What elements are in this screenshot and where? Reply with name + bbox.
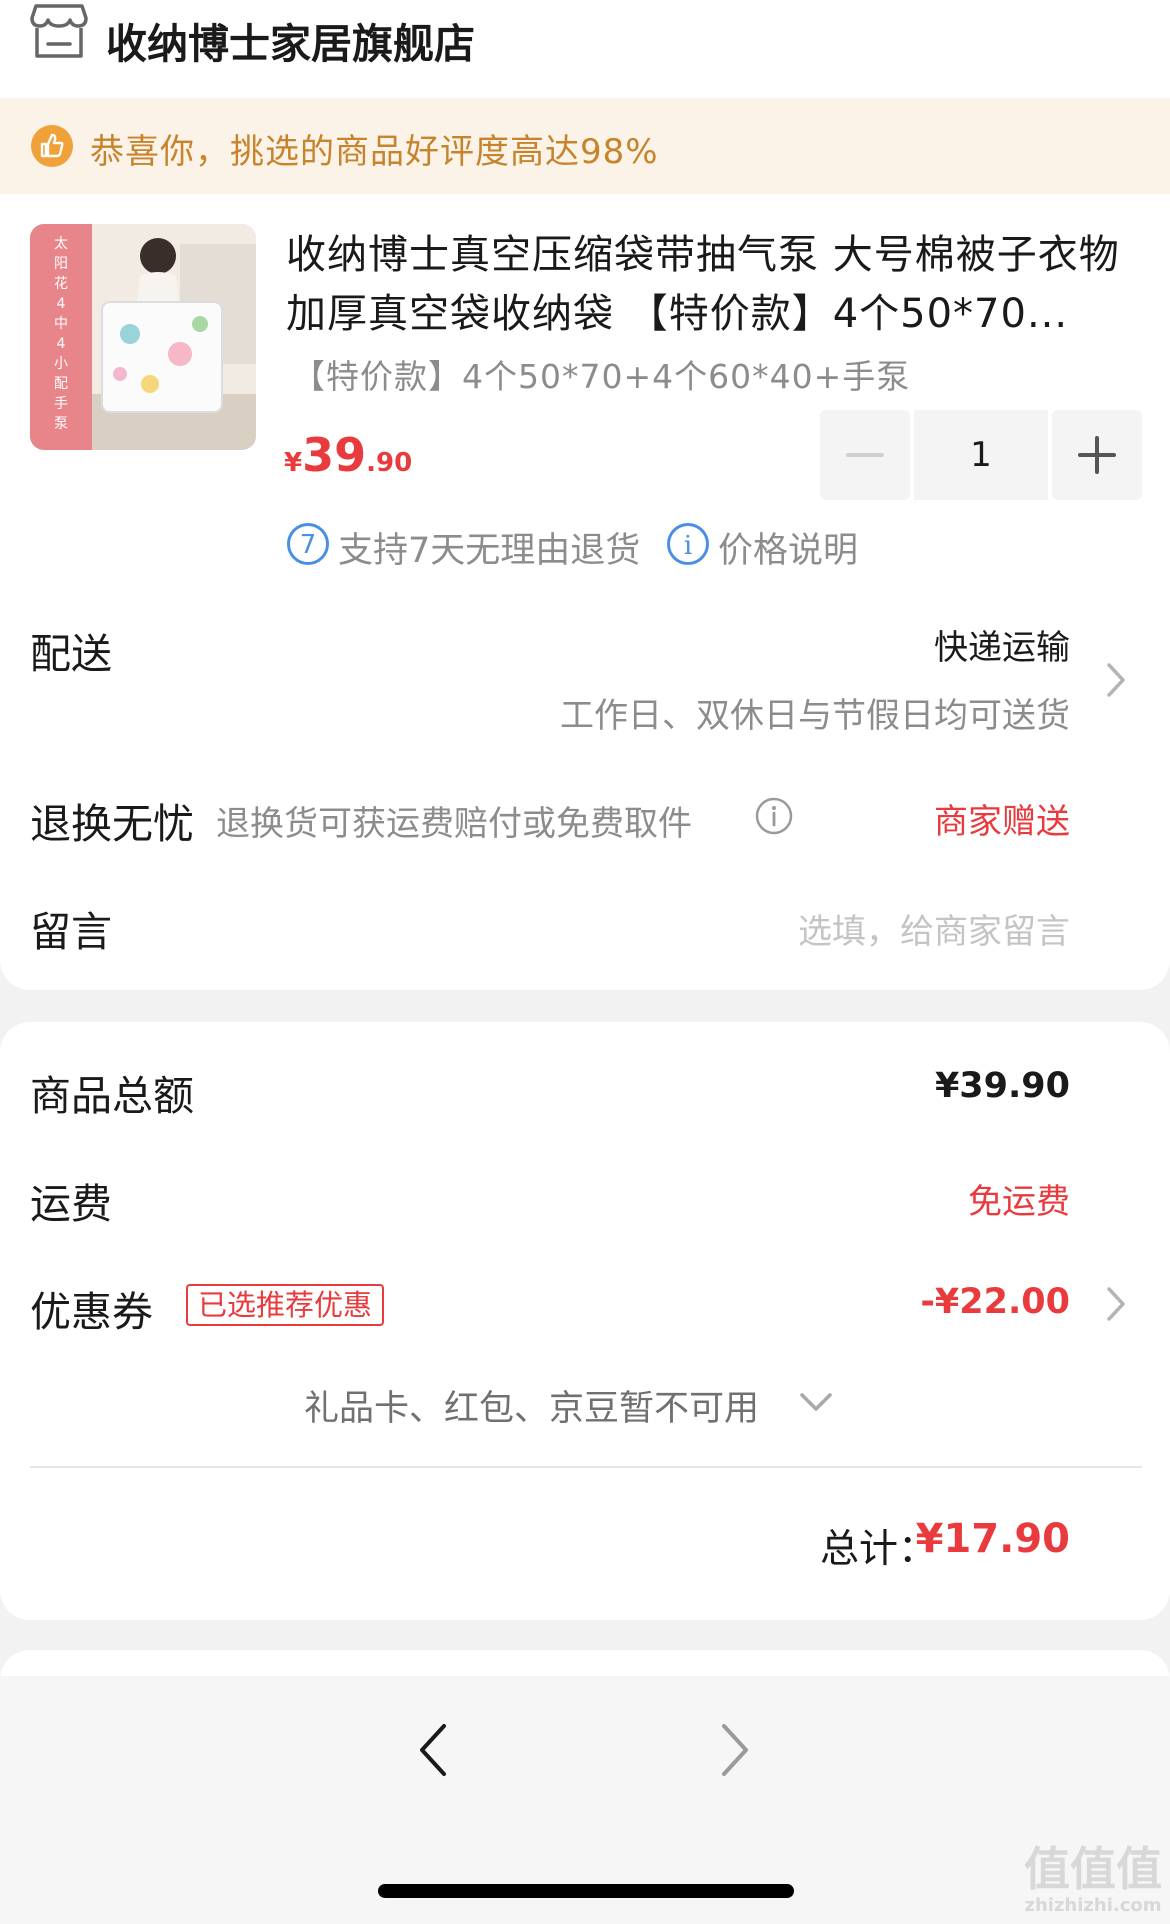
quantity-value[interactable]: 1 xyxy=(914,410,1048,500)
forward-arrow-icon[interactable] xyxy=(716,1720,756,1780)
thumbnail-badge: 太阳花4中4小配手泵 xyxy=(30,224,92,450)
chevron-right-icon[interactable] xyxy=(1104,1284,1130,1324)
delivery-method[interactable]: 快递运输 xyxy=(934,620,1070,669)
product-title[interactable]: 收纳博士真空压缩袋带抽气泵 大号棉被子衣物加厚真空袋收纳袋 【特价款】4个50*… xyxy=(286,226,1136,344)
coupon-label: 优惠券 xyxy=(30,1288,153,1336)
coupon-tag: 已选推荐优惠 xyxy=(186,1284,385,1326)
chevron-down-icon[interactable] xyxy=(798,1390,834,1414)
quantity-stepper: 1 xyxy=(820,410,1142,500)
watermark: 值值值 zhizhizhi.com xyxy=(1024,1842,1162,1916)
back-arrow-icon[interactable] xyxy=(412,1720,452,1780)
minus-icon xyxy=(846,453,884,457)
product-price: ¥39.90 xyxy=(284,428,413,482)
thumbs-up-icon xyxy=(31,125,73,167)
goods-total-label: 商品总额 xyxy=(30,1072,194,1120)
product-spec[interactable]: 【特价款】4个50*70+4个60*40+手泵 xyxy=(292,350,910,398)
delivery-note: 工作日、双休日与节假日均可送货 xyxy=(560,696,1070,736)
coupon-value[interactable]: -¥22.00 xyxy=(920,1282,1070,1322)
price-explanation-link[interactable]: 价格说明 xyxy=(718,522,858,573)
seven-day-return-text[interactable]: 支持7天无理由退货 xyxy=(338,522,640,573)
svg-text:7: 7 xyxy=(300,530,317,560)
returns-description: 退换货可获运费赔付或免费取件 xyxy=(216,804,692,844)
increase-button[interactable] xyxy=(1052,410,1142,500)
store-icon xyxy=(30,4,88,58)
chevron-right-icon[interactable] xyxy=(1104,660,1130,700)
store-name[interactable]: 收纳博士家居旗舰店 xyxy=(106,10,475,70)
decrease-button[interactable] xyxy=(820,410,910,500)
message-input[interactable]: 选填，给商家留言 xyxy=(798,904,1070,953)
home-indicator xyxy=(378,1884,794,1898)
total-value: ¥17.90 xyxy=(915,1516,1070,1562)
info-icon[interactable] xyxy=(754,796,794,836)
returns-label: 退换无忧 xyxy=(30,800,194,848)
notice-text: 恭喜你，挑选的商品好评度高达98% xyxy=(90,132,659,172)
shipping-value: 免运费 xyxy=(968,1182,1070,1222)
product-thumbnail[interactable]: 太阳花4中4小配手泵 xyxy=(30,224,256,450)
plus-icon xyxy=(1078,436,1116,474)
seven-day-return-icon: 7 xyxy=(287,523,329,565)
unavailable-extras[interactable]: 礼品卡、红包、京豆暂不可用 xyxy=(304,1380,759,1431)
goods-total-value: ¥39.90 xyxy=(934,1066,1070,1106)
returns-value: 商家赠送 xyxy=(934,802,1070,842)
info-icon: i xyxy=(667,523,709,565)
message-label: 留言 xyxy=(30,908,112,956)
shipping-label: 运费 xyxy=(30,1180,112,1228)
delivery-label: 配送 xyxy=(30,630,112,678)
svg-text:i: i xyxy=(684,531,692,561)
divider xyxy=(30,1466,1142,1468)
